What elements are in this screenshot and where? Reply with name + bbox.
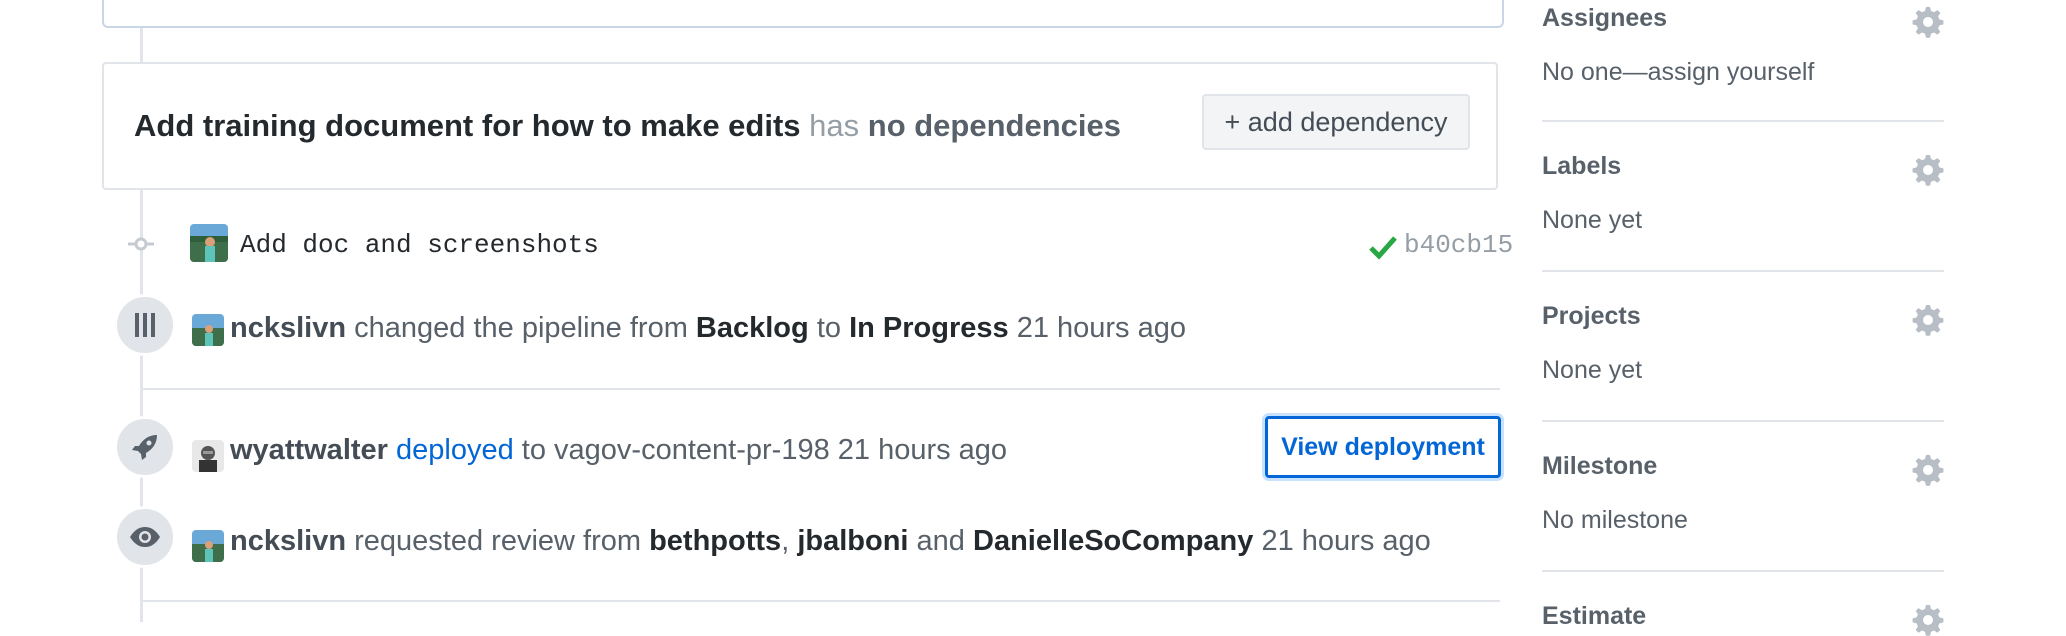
gear-icon[interactable] [1912, 604, 1944, 636]
dependency-status: no dependencies [867, 108, 1121, 143]
check-icon[interactable] [1368, 234, 1398, 260]
gear-icon[interactable] [1912, 304, 1944, 336]
avatar-image [190, 224, 228, 262]
reviewer-link[interactable]: bethpotts [649, 525, 781, 557]
deploy-badge [114, 416, 176, 478]
event-text: to [816, 312, 841, 344]
previous-comment-card [102, 0, 1504, 28]
avatar[interactable] [192, 440, 224, 472]
separator: , [781, 525, 790, 557]
commit-sha[interactable]: b40cb15 [1404, 230, 1513, 260]
event-text: and [916, 525, 965, 557]
deploy-target: vagov-content-pr-198 [554, 434, 830, 466]
timestamp[interactable]: 21 hours ago [838, 434, 1007, 466]
reviewer-link[interactable]: jbalboni [797, 525, 908, 557]
sidebar-title[interactable]: Labels [1542, 152, 1621, 181]
pipeline-badge [114, 294, 176, 356]
avatar[interactable] [192, 530, 224, 562]
user-link[interactable]: wyattwalter [230, 434, 388, 466]
sidebar-divider [1542, 570, 1944, 572]
divider [142, 600, 1500, 602]
commit-icon [128, 237, 154, 251]
pipeline-from: Backlog [695, 312, 809, 344]
user-link[interactable]: nckslivn [230, 312, 346, 344]
projects-value: None yet [1542, 356, 1643, 384]
avatar-image [192, 440, 224, 472]
timestamp[interactable]: 21 hours ago [1261, 525, 1430, 557]
sidebar-title[interactable]: Estimate [1542, 602, 1646, 631]
sidebar-divider [1542, 270, 1944, 272]
gear-icon[interactable] [1912, 6, 1944, 38]
avatar[interactable] [190, 224, 228, 262]
divider [142, 388, 1500, 390]
dependency-summary: Add training document for how to make ed… [134, 108, 1121, 144]
event-text: changed the pipeline from [354, 312, 688, 344]
pipeline-event-text: nckslivn changed the pipeline from Backl… [230, 312, 1186, 345]
pipeline-to: In Progress [849, 312, 1009, 344]
gear-icon[interactable] [1912, 154, 1944, 186]
commit-message[interactable]: Add doc and screenshots [240, 230, 599, 260]
reviewer-link[interactable]: DanielleSoCompany [973, 525, 1253, 557]
sidebar-title[interactable]: Assignees [1542, 4, 1667, 33]
sidebar-title[interactable]: Milestone [1542, 452, 1657, 481]
pipeline-icon [135, 313, 155, 337]
labels-value: None yet [1542, 206, 1643, 234]
milestone-value: No milestone [1542, 506, 1688, 534]
review-badge [114, 506, 176, 568]
gear-icon[interactable] [1912, 454, 1944, 486]
avatar[interactable] [192, 314, 224, 346]
rocket-icon [132, 435, 157, 460]
issue-title: Add training document for how to make ed… [134, 108, 801, 143]
eye-icon [130, 527, 160, 547]
review-event-text: nckslivn requested review from bethpotts… [230, 525, 1431, 558]
deployed-link[interactable]: deployed [396, 434, 514, 466]
deploy-event-text: wyattwalter deployed to vagov-content-pr… [230, 434, 1007, 467]
avatar-image [192, 314, 224, 346]
event-text: requested review from [354, 525, 642, 557]
assignees-value[interactable]: No one—assign yourself [1542, 58, 1814, 87]
sidebar-divider [1542, 120, 1944, 122]
user-link[interactable]: nckslivn [230, 525, 346, 557]
sidebar-title[interactable]: Projects [1542, 302, 1641, 331]
event-text: to [521, 434, 546, 466]
dependency-has-text: has [809, 108, 860, 143]
timestamp[interactable]: 21 hours ago [1017, 312, 1186, 344]
avatar-image [192, 530, 224, 562]
dependency-card: Add training document for how to make ed… [102, 62, 1498, 190]
view-deployment-button[interactable]: View deployment [1265, 416, 1501, 478]
add-dependency-button[interactable]: + add dependency [1202, 94, 1470, 150]
sidebar-divider [1542, 420, 1944, 422]
